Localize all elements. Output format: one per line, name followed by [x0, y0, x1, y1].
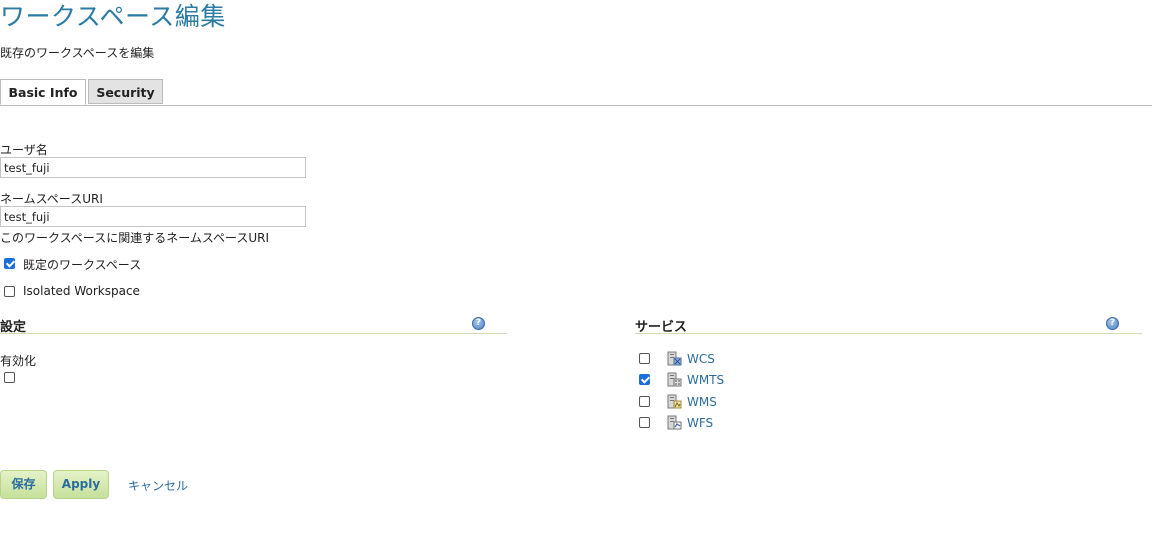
default-workspace-label: 既定のワークスペース [23, 258, 142, 272]
page-subtitle: 既存のワークスペースを編集 [0, 46, 155, 60]
service-link-wmts[interactable]: WMTS [687, 373, 724, 387]
save-button[interactable]: 保存 [0, 470, 47, 499]
service-checkbox-wmts[interactable] [639, 374, 650, 385]
wcs-service-icon [667, 351, 682, 366]
namespace-uri-label: ネームスペースURI [0, 192, 103, 206]
service-checkbox-wfs[interactable] [639, 417, 650, 428]
service-link-wms[interactable]: WMS [687, 395, 717, 409]
name-label: ユーザ名 [0, 143, 48, 157]
name-input[interactable] [0, 157, 306, 178]
settings-section-header: 設定 ? [0, 314, 507, 335]
service-checkbox-wcs[interactable] [639, 353, 650, 364]
tab-bar: Basic Info Security [0, 79, 1152, 106]
tab-basic-info[interactable]: Basic Info [0, 79, 86, 105]
service-link-wcs[interactable]: WCS [687, 352, 715, 366]
cancel-link[interactable]: キャンセル [128, 477, 188, 494]
wmts-service-icon [667, 372, 682, 387]
wms-service-icon [667, 394, 682, 409]
apply-button[interactable]: Apply [53, 470, 109, 499]
isolated-workspace-label: Isolated Workspace [23, 284, 140, 298]
settings-title: 設定 [0, 320, 27, 335]
enabled-label: 有効化 [0, 354, 37, 368]
help-icon[interactable]: ? [1106, 317, 1119, 330]
services-section-header: サービス ? [635, 314, 1142, 335]
edit-workspace-page: ワークスペース編集 既存のワークスペースを編集 Basic Info Secur… [0, 0, 1152, 543]
tab-security[interactable]: Security [88, 79, 163, 104]
isolated-workspace-checkbox[interactable] [4, 286, 15, 297]
help-icon[interactable]: ? [472, 317, 485, 330]
namespace-uri-hint: このワークスペースに関連するネームスペースURI [0, 231, 270, 245]
wfs-service-icon [667, 415, 682, 430]
services-title: サービス [635, 320, 688, 335]
namespace-uri-input[interactable] [0, 206, 306, 227]
page-title: ワークスペース編集 [0, 2, 226, 31]
service-link-wfs[interactable]: WFS [687, 416, 713, 430]
default-workspace-checkbox[interactable] [4, 258, 15, 269]
service-checkbox-wms[interactable] [639, 396, 650, 407]
enabled-checkbox[interactable] [4, 372, 15, 383]
